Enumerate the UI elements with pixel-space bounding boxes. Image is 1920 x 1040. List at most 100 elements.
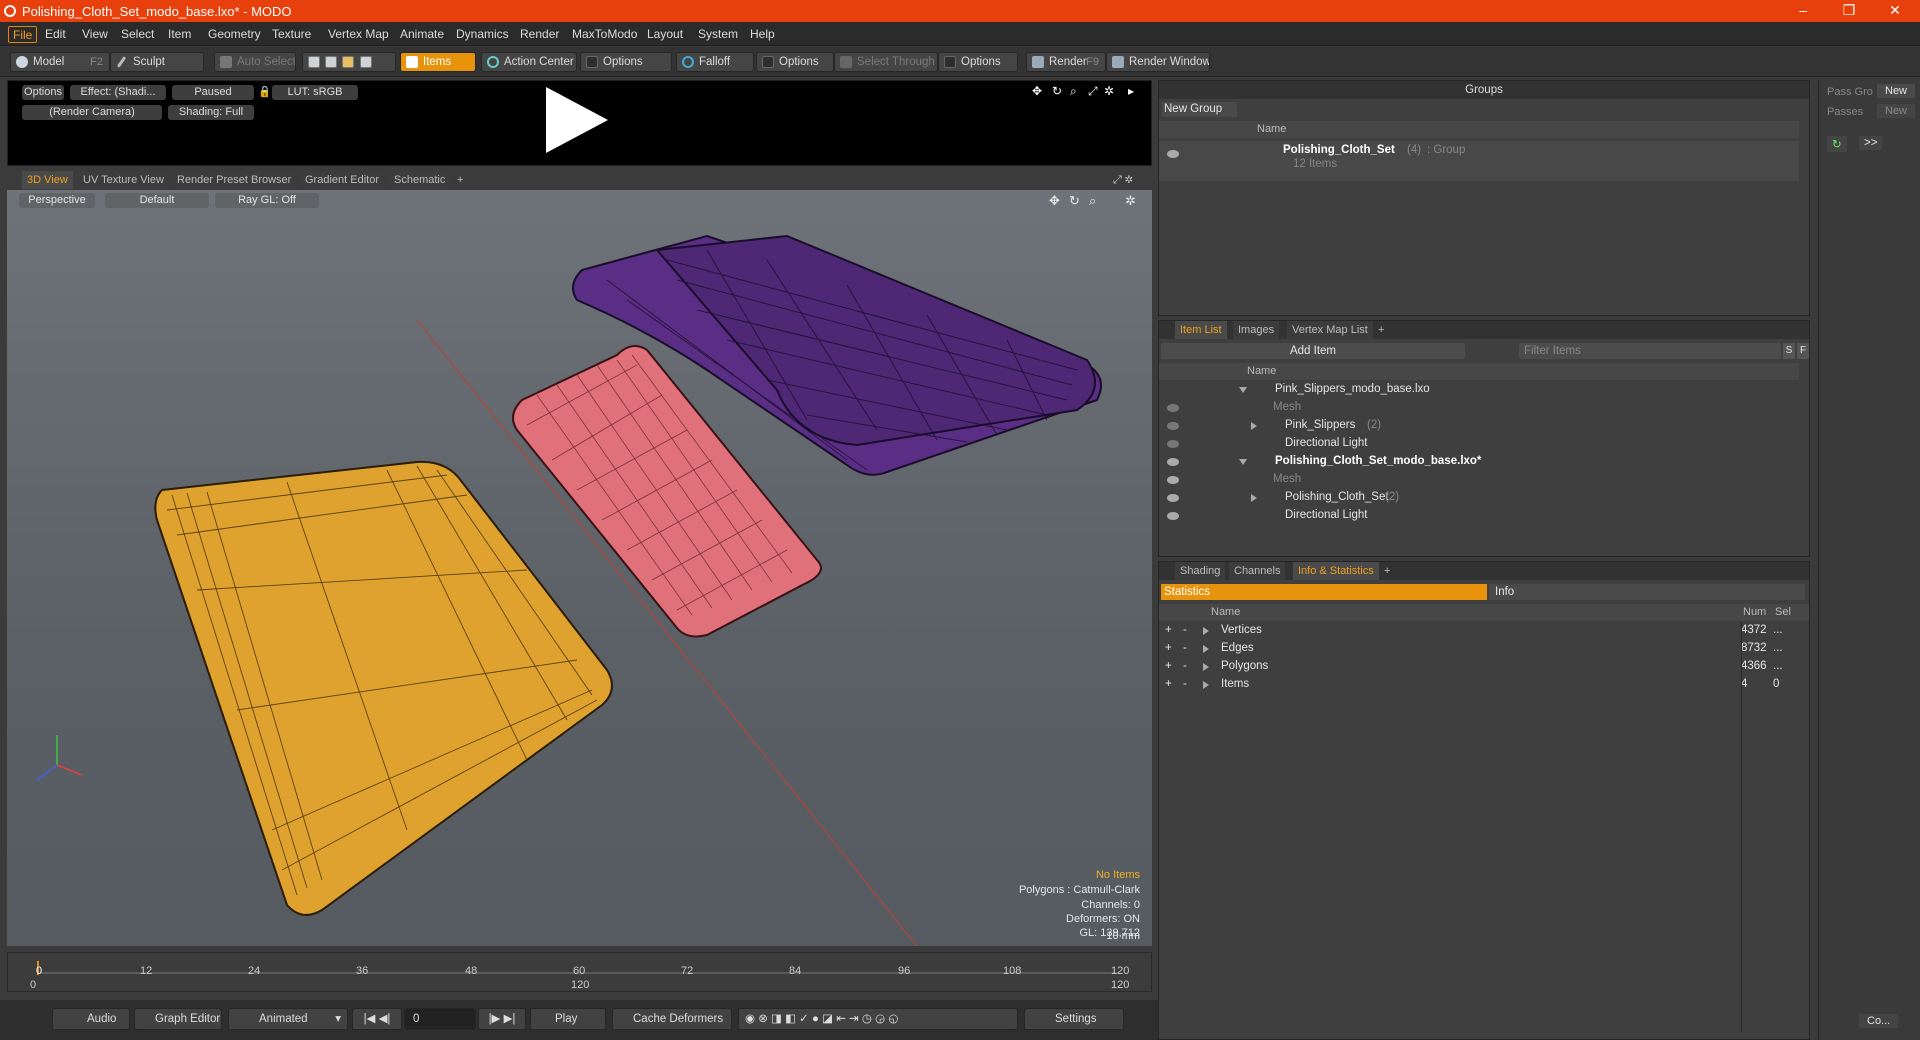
remove-icon[interactable]: - [1183, 678, 1187, 690]
remove-icon[interactable]: - [1183, 624, 1187, 636]
animated-dropdown[interactable]: Animated ▾ [228, 1008, 348, 1030]
tab-uv-texture-view[interactable]: UV Texture View [78, 171, 169, 189]
lock-icon[interactable]: 🔒 [258, 85, 268, 100]
sculpt-mode-button[interactable]: Sculpt [110, 52, 204, 72]
collapse-icon[interactable] [1239, 387, 1247, 393]
action-center-options-button[interactable]: Options [580, 52, 672, 72]
falloff-button[interactable]: Falloff [676, 52, 754, 72]
expand-icon[interactable] [1203, 627, 1209, 635]
expand-icon[interactable] [1203, 663, 1209, 671]
polygons-mode-icon[interactable] [342, 55, 355, 68]
menu-system[interactable]: System [694, 26, 742, 43]
tab-images[interactable]: Images [1233, 321, 1280, 339]
refresh-icon[interactable]: ↻ [1827, 136, 1847, 152]
select-through-button[interactable]: Select Through [834, 52, 938, 72]
passes-more-button[interactable]: >> [1859, 136, 1883, 150]
preview-options-button[interactable]: Options [22, 85, 64, 100]
menu-maxtomodo[interactable]: MaxToModo [568, 26, 641, 43]
list-item[interactable]: Polishing_Cloth_Set (2) [1159, 489, 1799, 507]
menu-texture[interactable]: Texture [268, 26, 315, 43]
close-button[interactable]: ✕ [1872, 0, 1918, 22]
group-row[interactable]: Polishing_Cloth_Set (4) : Group 12 Items [1159, 141, 1799, 181]
menu-item[interactable]: Item [164, 26, 195, 43]
3d-viewport[interactable]: Perspective Default Ray GL: Off ✥ ↻ ⌕ ✲ [7, 190, 1152, 946]
menu-layout[interactable]: Layout [643, 26, 687, 43]
gear-icon[interactable]: ✲ [1104, 84, 1114, 98]
tab-schematic[interactable]: Schematic [389, 171, 451, 189]
items-mode-button[interactable]: Items [400, 52, 476, 72]
new-pass-group-button[interactable]: New [1877, 84, 1916, 98]
restore-button[interactable]: ❐ [1826, 0, 1872, 22]
menu-edit[interactable]: Edit [41, 26, 70, 43]
new-group-button[interactable]: New Group [1162, 102, 1237, 117]
key-tools[interactable]: ◉ ⊗ ◨ ◧ ✓ ● ◪ ⇤ ⇥ ◷ ◶ ◵ [738, 1008, 1018, 1030]
render-window-button[interactable]: Render Window [1106, 52, 1210, 72]
minimize-button[interactable]: – [1780, 0, 1826, 22]
filter-f-button[interactable]: F [1797, 343, 1809, 359]
list-item[interactable]: Directional Light [1159, 435, 1799, 453]
expand-icon[interactable]: ⤢ ✲ [1108, 171, 1138, 189]
add-icon[interactable]: + [1165, 678, 1172, 690]
arrow-right-icon[interactable]: ▸ [1128, 84, 1134, 98]
menu-vertex-map[interactable]: Vertex Map [324, 26, 393, 43]
maximize-icon[interactable]: ⤢ [1088, 84, 1098, 99]
preview-paused-button[interactable]: Paused [172, 85, 254, 100]
tab-gradient-editor[interactable]: Gradient Editor [300, 171, 384, 189]
play-button[interactable]: Play [530, 1008, 606, 1030]
menu-geometry[interactable]: Geometry [204, 26, 265, 43]
list-item[interactable]: Mesh [1159, 471, 1799, 489]
table-row[interactable]: + - Edges 8732 ... [1159, 640, 1809, 658]
expand-icon[interactable] [1251, 494, 1257, 502]
menu-help[interactable]: Help [746, 26, 779, 43]
edges-mode-icon[interactable] [325, 55, 338, 68]
table-row[interactable]: + - Items 4 0 [1159, 676, 1809, 694]
timeline[interactable]: 0 12 24 36 48 60 72 84 96 108 120 0 120 … [7, 952, 1152, 992]
visibility-eye-icon[interactable] [1167, 494, 1179, 502]
model-mode-button[interactable]: Model F2 [10, 52, 110, 72]
visibility-eye-icon[interactable] [1167, 404, 1179, 412]
filter-items-input[interactable]: Filter Items [1519, 343, 1781, 359]
materials-mode-icon[interactable] [359, 55, 372, 68]
add-icon[interactable]: + [1165, 642, 1172, 654]
visibility-eye-icon[interactable] [1167, 476, 1179, 484]
info-subtab[interactable]: Info [1489, 584, 1805, 600]
collapse-icon[interactable] [1239, 459, 1247, 465]
menu-view[interactable]: View [78, 26, 112, 43]
visibility-eye-icon[interactable] [1167, 440, 1179, 448]
tab-3d-view[interactable]: 3D View [22, 171, 73, 189]
menu-animate[interactable]: Animate [396, 26, 448, 43]
render-button[interactable]: Render F9 [1026, 52, 1106, 72]
expand-icon[interactable] [1203, 681, 1209, 689]
preview-effect-dropdown[interactable]: Effect: (Shadi... [70, 85, 166, 100]
rotate-icon[interactable]: ↻ [1052, 84, 1062, 98]
zoom-icon[interactable]: ⌕ [1070, 84, 1077, 99]
frame-input[interactable]: 0 [404, 1008, 476, 1030]
tab-item-list[interactable]: Item List [1175, 321, 1227, 339]
preview-lut-dropdown[interactable]: LUT: sRGB [272, 85, 358, 100]
list-item[interactable]: Directional Light [1159, 507, 1799, 525]
visibility-eye-icon[interactable] [1167, 422, 1179, 430]
tab-vertex-map-list[interactable]: Vertex Map List [1287, 321, 1373, 339]
select-through-options-button[interactable]: Options [938, 52, 1018, 72]
skip-forward-controls[interactable]: |▶ ▶| [478, 1008, 526, 1030]
add-tab-button[interactable]: + [1373, 321, 1389, 339]
preview-camera-dropdown[interactable]: (Render Camera) [22, 105, 162, 120]
add-tab-button[interactable]: + [1379, 562, 1395, 580]
vertices-mode-icon[interactable] [308, 55, 320, 68]
tab-info-statistics[interactable]: Info & Statistics [1293, 562, 1379, 580]
menu-file[interactable]: File [8, 26, 38, 43]
preview-shading-dropdown[interactable]: Shading: Full [168, 105, 254, 120]
expand-icon[interactable] [1251, 422, 1257, 430]
settings-button[interactable]: Settings [1024, 1008, 1124, 1030]
play-icon[interactable] [546, 87, 608, 153]
add-item-dropdown[interactable]: Add Item [1161, 343, 1465, 359]
falloff-options-button[interactable]: Options [756, 52, 834, 72]
auto-select-button[interactable]: Auto Select [214, 52, 296, 72]
skip-back-controls[interactable]: |◀ ◀| [352, 1008, 402, 1030]
list-item[interactable]: Pink_Slippers (2) [1159, 417, 1799, 435]
new-pass-button[interactable]: New [1877, 104, 1916, 118]
tab-channels[interactable]: Channels [1229, 562, 1286, 580]
visibility-eye-icon[interactable] [1167, 150, 1179, 158]
filter-s-button[interactable]: S [1783, 343, 1795, 359]
list-item[interactable]: Mesh [1159, 399, 1799, 417]
